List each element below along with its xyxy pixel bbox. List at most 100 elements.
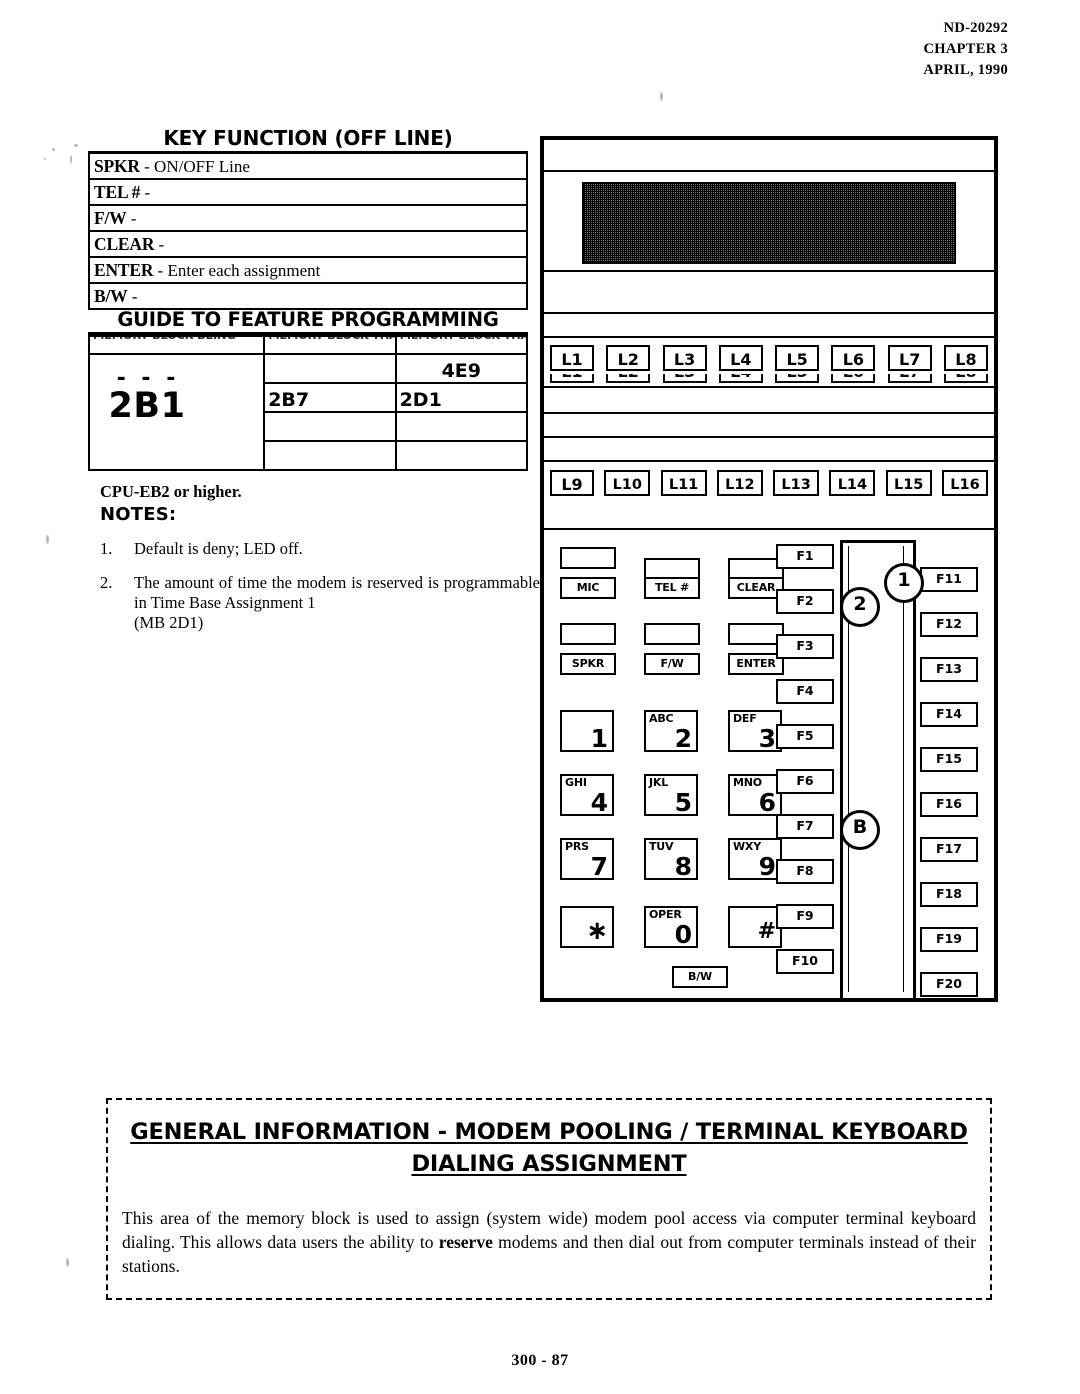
dial-key-letters: ABC [649,712,674,725]
feature-key-f19[interactable]: F19 [920,927,978,952]
feature-key-f10[interactable]: F10 [776,949,834,974]
line-key-l5[interactable]: L5 [775,345,820,371]
line-key-l13[interactable]: L13 [773,470,820,496]
line-key-l7[interactable]: L7 [887,345,932,371]
line-key-ghost: L2 [606,374,651,383]
line-key-l6[interactable]: L6 [831,345,876,371]
line-key-l4[interactable]: L4 [718,345,763,371]
line-key-l8[interactable]: L8 [943,345,988,371]
feature-key-f1[interactable]: F1 [776,544,834,569]
line-key-row-2: L9 L10 L11 L12 L13 L14 L15 L16 [550,470,988,496]
dial-key-digit: 4 [590,788,608,817]
dial-key-9[interactable]: WXY 9 [728,838,782,881]
document-number: ND-20292 [943,20,1008,36]
dial-key-letters: WXY [733,840,761,853]
scan-speckle [52,148,55,151]
note-number: 1. [100,539,113,558]
dial-key-8[interactable]: TUV 8 [644,838,698,881]
divider [544,528,994,530]
key-description: - [158,235,165,254]
dial-key-digit: 9 [758,852,776,881]
memory-block-may-cell: 4E9 [394,353,529,384]
dial-key-pound[interactable]: # [728,906,782,948]
scan-speckle [74,144,78,147]
feature-key-f6[interactable]: F6 [776,769,834,794]
feature-key-f14[interactable]: F14 [920,702,978,727]
line-key-l15[interactable]: L15 [885,470,932,496]
memory-block-may-cell [394,440,529,471]
feature-key-f12[interactable]: F12 [920,612,978,637]
divider [544,436,994,438]
dial-key-5[interactable]: JKL 5 [644,774,698,817]
feature-key-f5[interactable]: F5 [776,724,834,749]
list-item: 1. Default is deny; LED off. [100,539,540,559]
line-key-l9[interactable]: L9 [550,470,594,496]
dial-key-3[interactable]: DEF 3 [728,710,782,753]
feature-key-f8[interactable]: F8 [776,859,834,884]
line-key-l16[interactable]: L16 [941,470,988,496]
led-indicator-spkr [560,623,616,645]
dial-key-digit: 1 [590,724,608,753]
key-description: - ON/OFF Line [144,157,250,176]
line-key-l14[interactable]: L14 [829,470,876,496]
cpu-requirement: CPU-EB2 or higher. [100,482,242,501]
line-key-l12[interactable]: L12 [716,470,763,496]
dial-key-digit: 3 [758,724,776,753]
line-key-l11[interactable]: L11 [660,470,707,496]
memory-block-being-value: 2B1 [108,386,186,426]
led-indicator-mic [560,547,616,569]
feature-key-f16[interactable]: F16 [920,792,978,817]
dial-key-digit: 7 [590,852,608,881]
memory-block-that-cell: 2B7 [263,382,397,413]
feature-key-f17[interactable]: F17 [920,837,978,862]
divider [544,460,994,462]
function-key-fw[interactable]: F/W [644,653,700,675]
function-key-spkr[interactable]: SPKR [560,653,616,675]
line-key-ghost: L8 [943,374,988,383]
dial-key-1[interactable]: 1 [560,710,614,753]
line-key-l10[interactable]: L10 [604,470,651,496]
column-header: MEMORY BLOCK BEING [93,338,260,342]
scan-speckle [44,158,46,160]
feature-key-f18[interactable]: F18 [920,882,978,907]
feature-key-f11[interactable]: F11 [920,567,978,592]
function-key-bw[interactable]: B/W [672,966,728,988]
dial-key-7[interactable]: PRS 7 [560,838,614,881]
feature-key-f7[interactable]: F7 [776,814,834,839]
dial-key-star[interactable]: ∗ [560,906,614,948]
memory-block-may-cell [394,411,529,442]
feature-key-f4[interactable]: F4 [776,679,834,704]
dial-key-6[interactable]: MNO 6 [728,774,782,817]
function-key-mic[interactable]: MIC [560,577,616,599]
key-label: F/W [94,208,127,228]
line-key-ghost: L5 [775,374,820,383]
feature-key-f3[interactable]: F3 [776,634,834,659]
dial-key-digit: # [757,919,776,944]
dial-key-2[interactable]: ABC 2 [644,710,698,753]
table-row: F/W - [89,205,527,232]
key-description: - Enter each assignment [157,261,321,280]
line-key-row-1: L1 L2 L3 L4 L5 L6 L7 L8 [550,345,988,371]
function-key-tel[interactable]: TEL # [644,577,700,599]
line-key-l3[interactable]: L3 [662,345,707,371]
line-key-l1[interactable]: L1 [550,345,594,371]
feature-key-f9[interactable]: F9 [776,904,834,929]
line-key-row-1-scan-ghost: L1 L2 L3 L4 L5 L6 L7 L8 [550,374,988,383]
memory-block-that-cell [263,440,397,471]
feature-key-f15[interactable]: F15 [920,747,978,772]
lcd-display [582,182,956,264]
feature-key-f13[interactable]: F13 [920,657,978,682]
divider [544,336,994,338]
key-label: B/W [94,286,128,306]
dial-key-letters: PRS [565,840,589,853]
memory-block-that-cell [263,353,397,384]
feature-key-f20[interactable]: F20 [920,972,978,997]
key-function-table: SPKR - ON/OFF Line TEL # - F/W - CLEAR -… [88,154,528,310]
dial-key-0[interactable]: OPER 0 [644,906,698,949]
note-text: Default is deny; LED off. [134,539,303,558]
telephone-illustration: L1 L2 L3 L4 L5 L6 L7 L8 L1 L2 L3 L4 L5 L… [540,136,998,1002]
dial-key-4[interactable]: GHI 4 [560,774,614,817]
feature-key-f2[interactable]: F2 [776,589,834,614]
line-key-l2[interactable]: L2 [606,345,651,371]
page-footer: 300 - 87 [0,1352,1080,1370]
